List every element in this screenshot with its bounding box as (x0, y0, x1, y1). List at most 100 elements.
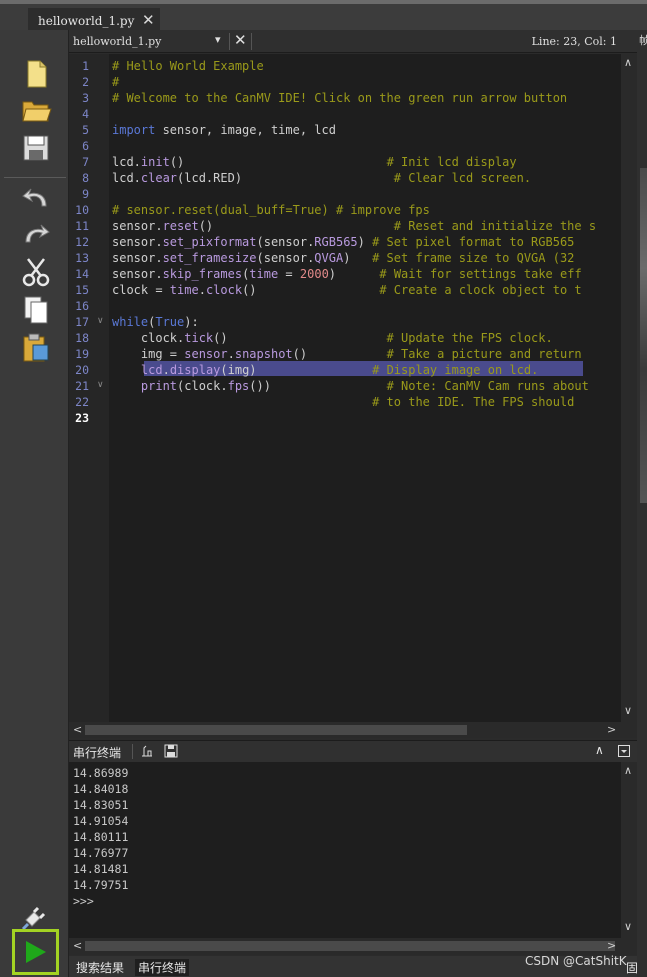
code-token: skip_frames (162, 267, 243, 281)
code-line[interactable]: sensor.skip_frames(time = 2000) # Wait f… (112, 267, 582, 281)
line-number: 9 (82, 187, 89, 201)
scroll-down-icon[interactable]: ∨ (624, 704, 632, 717)
undo-icon[interactable] (20, 182, 52, 214)
code-token: # Update the FPS clock. (386, 331, 553, 345)
watermark: CSDN @CatShitK (525, 954, 627, 968)
code-token: clock (205, 283, 243, 297)
redo-icon[interactable] (20, 218, 52, 250)
scroll-thumb[interactable] (85, 725, 467, 735)
collapse-panel-icon[interactable]: ∧ (595, 743, 604, 757)
new-file-icon[interactable] (20, 58, 52, 90)
code-token: = (278, 267, 300, 281)
connect-plug-icon[interactable] (20, 898, 52, 930)
code-line[interactable]: sensor.set_framesize(sensor.QVGA) # Set … (112, 251, 574, 265)
code-token: tick (184, 331, 214, 345)
scroll-up-icon[interactable]: ∧ (624, 56, 632, 69)
tab-serial-terminal[interactable]: 串行终端 (135, 959, 190, 976)
code-line[interactable]: lcd.init() # Init lcd display (112, 155, 517, 169)
editor-vertical-scrollbar[interactable]: ∧ ∨ (621, 54, 637, 722)
code-token: lcd. (112, 155, 141, 169)
editor-header: helloworld_1.py ▾ ✕ Line: 23, Col: 1 (69, 30, 637, 53)
line-number: 11 (75, 219, 89, 233)
paste-icon[interactable] (20, 332, 52, 364)
fold-arrow-icon[interactable]: ∨ (97, 316, 104, 326)
code-line[interactable]: clock = time.clock() # Create a clock ob… (112, 283, 582, 297)
code-token: sensor. (112, 251, 163, 265)
code-line[interactable]: import sensor, image, time, lcd (112, 123, 336, 137)
terminal-vertical-scrollbar[interactable]: ∧ ∨ (621, 762, 637, 938)
editor-horizontal-scrollbar[interactable]: < > (69, 722, 637, 738)
copy-icon[interactable] (20, 294, 52, 326)
code-token: # Set frame size to QVGA (32 (372, 251, 575, 265)
code-line[interactable]: lcd.clear(lcd.RED) # Clear lcd screen. (112, 171, 531, 185)
code-token: # Reset and initialize the s (393, 219, 597, 233)
fold-arrow-icon[interactable]: ∨ (97, 380, 104, 390)
code-line[interactable]: # (112, 75, 119, 89)
header-divider (229, 33, 230, 50)
terminal-line: 14.80111 (73, 830, 129, 844)
code-token: ()) (249, 379, 387, 393)
terminal-line: 14.81481 (73, 862, 129, 876)
tab-search-results[interactable]: 搜索结果 (73, 959, 127, 976)
run-button[interactable] (12, 929, 59, 975)
save-log-icon[interactable] (164, 744, 178, 758)
fold-margin[interactable]: ∨ ∨ (93, 54, 109, 722)
code-token: () (169, 155, 387, 169)
code-token: 2000 (299, 267, 329, 281)
scroll-left-icon[interactable]: < (73, 939, 82, 952)
code-token: sensor, image, time, lcd (155, 123, 336, 137)
code-token: (sensor. (256, 251, 315, 265)
terminal-line: 14.76977 (73, 846, 129, 860)
code-token: # Set pixel format to RGB565 (372, 235, 575, 249)
scroll-right-icon[interactable]: > (607, 723, 616, 736)
code-token: (clock. (177, 379, 228, 393)
code-editor[interactable]: # Hello World Example # # Welcome to the C… (109, 54, 621, 722)
code-token: fps (227, 379, 250, 393)
code-token: . (198, 283, 206, 297)
document-selector[interactable]: helloworld_1.py (73, 35, 161, 48)
code-token: clock = (112, 283, 170, 297)
serial-terminal-output[interactable]: 14.86989 14.84018 14.83051 14.91054 14.80111… (69, 762, 621, 938)
code-line[interactable]: print(clock.fps()) # Note: CanMV Cam run… (112, 379, 589, 393)
code-line[interactable]: lcd.display(img) # Display image on lcd. (112, 363, 538, 377)
line-number: 18 (75, 331, 89, 345)
code-line[interactable]: clock.tick() # Update the FPS clock. (112, 331, 553, 345)
close-tab-icon[interactable]: ✕ (142, 11, 155, 29)
code-line[interactable]: # Hello World Example (112, 59, 264, 73)
code-token: # to the IDE. The FPS should (372, 395, 575, 409)
cut-icon[interactable] (20, 256, 52, 288)
save-icon[interactable] (20, 132, 52, 164)
line-number: 21 (75, 379, 89, 393)
scroll-down-icon[interactable]: ∨ (624, 920, 632, 933)
code-line[interactable]: # Welcome to the CanMV IDE! Click on the… (112, 91, 567, 105)
open-folder-icon[interactable] (20, 94, 52, 126)
line-number: 8 (82, 171, 89, 185)
scroll-right-icon[interactable]: > (607, 939, 616, 952)
scroll-up-icon[interactable]: ∧ (624, 764, 632, 777)
panel-menu-icon[interactable] (618, 745, 630, 757)
code-line[interactable]: sensor.reset() # Reset and initialize th… (112, 219, 596, 233)
code-line[interactable]: sensor.set_pixformat(sensor.RGB565) # Se… (112, 235, 574, 249)
scroll-left-icon[interactable]: < (73, 723, 82, 736)
line-number: 13 (75, 251, 89, 265)
header-divider (132, 744, 133, 759)
chevron-down-icon[interactable]: ▾ (215, 33, 221, 46)
code-token: () (198, 219, 394, 233)
code-token: init (140, 155, 170, 169)
code-line[interactable]: # sensor.reset(dual_buff=True) # improve… (112, 203, 430, 217)
code-token: ) (357, 235, 373, 249)
code-line[interactable]: # to the IDE. The FPS should (112, 395, 574, 409)
code-token: lcd. (112, 171, 141, 185)
serial-terminal-header: 串行终端 ∧ (69, 740, 637, 762)
code-token: set_pixformat (162, 235, 257, 249)
terminal-horizontal-scrollbar[interactable]: < > (69, 938, 637, 955)
close-document-icon[interactable]: ✕ (234, 31, 247, 49)
toolbar-separator (4, 177, 66, 178)
terminal-line: 14.83051 (73, 798, 129, 812)
code-line[interactable]: img = sensor.snapshot() # Take a picture… (112, 347, 582, 361)
frame-buffer-title: 帧 (639, 34, 647, 47)
scroll-thumb[interactable] (85, 941, 615, 951)
code-line[interactable]: while(True): (112, 315, 199, 329)
clear-terminal-icon[interactable] (140, 744, 154, 758)
